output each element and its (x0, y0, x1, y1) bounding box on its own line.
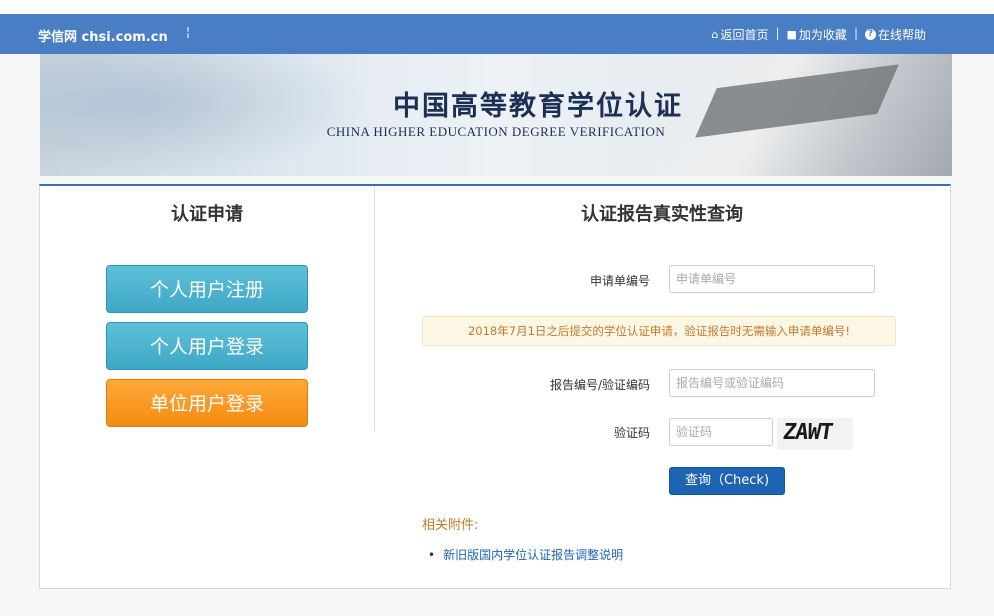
top-links: ⌂ 返回首页 | ■ 加为收藏 | ? 在线帮助 (711, 26, 926, 43)
link-divider: | (853, 26, 858, 40)
captcha-image[interactable]: ZAWT (777, 418, 853, 450)
organization-login-button[interactable]: 单位用户登录 (106, 379, 308, 427)
page-banner: 中国高等教育学位认证 CHINA HIGHER EDUCATION DEGREE… (40, 54, 952, 176)
attachments-title: 相关附件: (422, 518, 479, 533)
link-divider: | (775, 26, 780, 40)
captcha-image-text: ZAWT (781, 420, 834, 445)
banner-title: 中国高等教育学位认证 (393, 91, 683, 122)
notice-banner: 2018年7月1日之后提交的学位认证申请，验证报告时无需输入申请单编号! (422, 316, 896, 346)
report-no-input[interactable] (669, 369, 875, 397)
help-icon: ? (864, 29, 876, 40)
brand-separator: ¦ (186, 25, 191, 39)
home-link-label: 返回首页 (720, 28, 769, 42)
home-link[interactable]: ⌂ 返回首页 (711, 26, 768, 43)
report-no-label: 报告编号/验证编码 (549, 378, 650, 392)
check-button[interactable]: 查询（Check) (669, 467, 785, 495)
help-link[interactable]: ? 在线帮助 (864, 26, 926, 43)
site-brand-link[interactable]: 学信网 chsi.com.cn (38, 26, 168, 45)
verification-title: 认证报告真实性查询 (581, 204, 743, 225)
bullet: • (428, 548, 436, 562)
main-panel: 认证申请 个人用户注册 个人用户登录 单位用户登录 认证报告真实性查询 申请单编… (39, 184, 951, 589)
bookmark-link-label: 加为收藏 (798, 28, 847, 42)
browser-top-strip (0, 0, 994, 14)
top-navigation-bar: 学信网 chsi.com.cn ¦ ⌂ 返回首页 | ■ 加为收藏 | ? 在线… (0, 14, 994, 54)
personal-login-button[interactable]: 个人用户登录 (106, 322, 308, 370)
application-title: 认证申请 (171, 204, 243, 225)
application-no-input[interactable] (669, 265, 875, 293)
attachment-link[interactable]: • 新旧版国内学位认证报告调整说明 (428, 546, 623, 563)
attachment-link-label: 新旧版国内学位认证报告调整说明 (443, 548, 624, 562)
captcha-label: 验证码 (613, 426, 650, 440)
bookmark-link[interactable]: ■ 加为收藏 (787, 26, 847, 43)
banner-subtitle: CHINA HIGHER EDUCATION DEGREE VERIFICATI… (326, 124, 666, 139)
application-no-label: 申请单编号 (589, 274, 650, 288)
personal-register-button[interactable]: 个人用户注册 (106, 265, 308, 313)
captcha-input[interactable] (669, 418, 773, 446)
help-link-label: 在线帮助 (877, 28, 926, 42)
bookmark-icon: ■ (786, 28, 797, 41)
home-icon: ⌂ (711, 28, 719, 41)
